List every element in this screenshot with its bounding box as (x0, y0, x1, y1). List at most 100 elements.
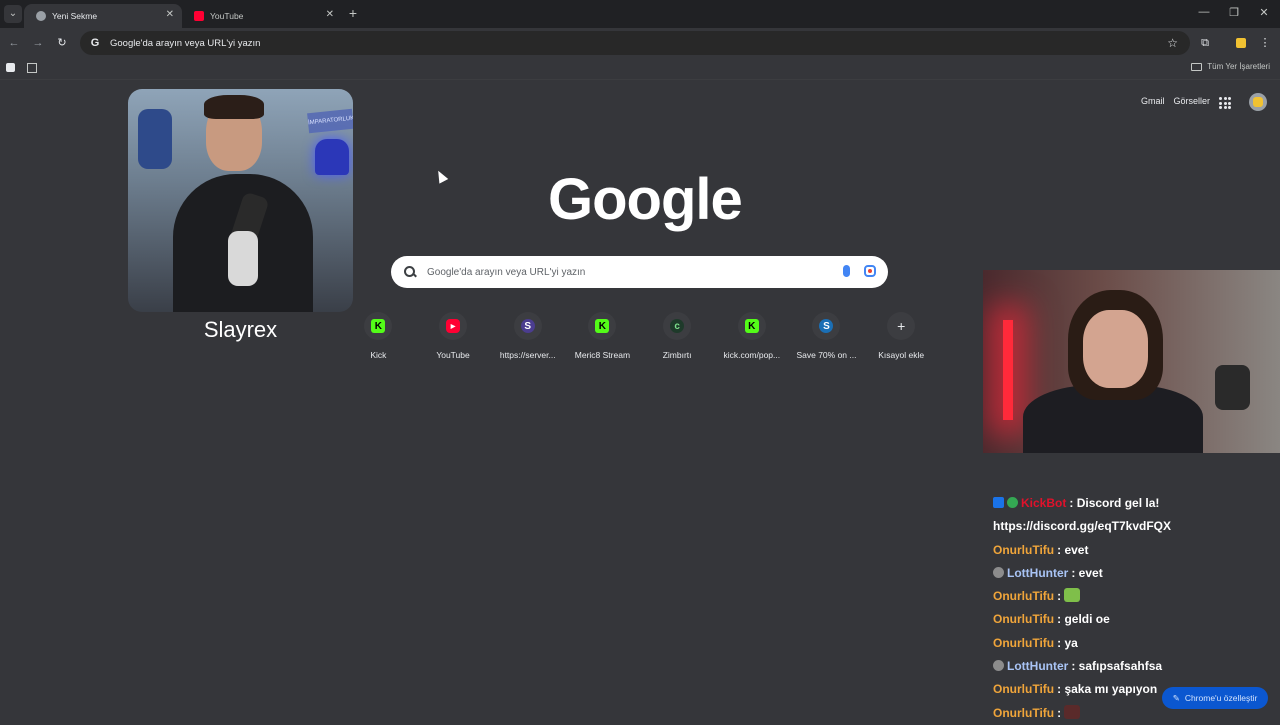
tab-title: YouTube (210, 11, 244, 21)
chat-username: LottHunter (1007, 565, 1069, 580)
tab-new-tab[interactable]: Yeni Sekme ✕ (24, 4, 182, 28)
search-box[interactable]: Google'da arayın veya URL'yi yazın (391, 256, 888, 288)
microphone-icon[interactable] (843, 265, 850, 277)
toolbar: ← → ↻ G Google'da arayın veya URL'yi yaz… (0, 28, 1280, 58)
chat-message: https://discord.gg/eqT7kvdFQX (993, 515, 1273, 538)
chevron-down-icon: ⌄ (8, 8, 18, 19)
all-bookmarks-folder[interactable]: Tüm Yer İşaretleri (1191, 62, 1270, 71)
police-siren-image (315, 139, 349, 175)
window-close-icon[interactable]: ✕ (1256, 6, 1272, 19)
chat-text: Discord gel la! (1076, 496, 1160, 510)
shortcut-meric8-stream[interactable]: K Meric8 Stream (565, 310, 640, 360)
avatar[interactable] (1249, 93, 1267, 111)
shortcut-label: Kısayol ekle (878, 350, 925, 360)
menu-kebab-icon[interactable]: ⋮ (1257, 35, 1273, 51)
kick-icon: K (364, 312, 393, 340)
close-icon[interactable]: ✕ (326, 9, 334, 20)
shortcut-zimbirti[interactable]: c Zimbırtı (640, 310, 715, 360)
tab-youtube[interactable]: YouTube ✕ (182, 4, 342, 28)
user-badge-icon (993, 566, 1004, 578)
chat-message: LottHunter: evet (993, 562, 1273, 585)
chat-username: OnurluTifu (993, 589, 1055, 604)
chat-message: KickBot: Discord gel la! (993, 492, 1273, 515)
chat-text: şaka mı yapıyon (1064, 682, 1158, 697)
shortcut-label: Meric8 Stream (574, 350, 631, 360)
streamer-name: Slayrex (203, 317, 278, 342)
new-tab-button[interactable]: + (345, 5, 361, 21)
chat-username: KickBot (1021, 496, 1067, 510)
chat-username: OnurluTifu (993, 705, 1055, 720)
restore-icon[interactable]: ❐ (1226, 6, 1242, 19)
tab-title: Yeni Sekme (52, 11, 98, 21)
microphone-image (1215, 365, 1250, 410)
customize-chrome-button[interactable]: ✎ Chrome'u özelleştir (1162, 687, 1268, 709)
kick-icon: K (737, 312, 766, 340)
chat-username: OnurluTifu (993, 612, 1055, 627)
google-apps-icon[interactable] (1219, 97, 1231, 109)
apps-icon[interactable] (27, 63, 37, 73)
chat-text: safıpsafsahfsa (1078, 659, 1163, 674)
pencil-icon: ✎ (1172, 692, 1180, 703)
shortcut-steam[interactable]: S Save 70% on ... (789, 310, 864, 360)
reading-mode-icon[interactable] (6, 63, 15, 72)
shortcut-label: Save 70% on ... (796, 350, 857, 360)
shortcuts-grid: K Kick ▶ YouTube S https://server... K M… (341, 310, 939, 360)
folder-icon (1191, 62, 1203, 71)
minimize-icon[interactable]: — (1196, 6, 1212, 18)
shortcut-label: Kick (370, 350, 387, 360)
omnibox-text: Google'da arayın veya URL'yi yazın (110, 37, 261, 49)
tab-search-button[interactable]: ⌄ (4, 5, 22, 23)
lens-icon[interactable] (864, 265, 876, 277)
omnibox[interactable]: G Google'da arayın veya URL'yi yazın ☆ (80, 31, 1190, 55)
chat-message: LottHunter: safıpsafsahfsa (993, 655, 1273, 678)
youtube-icon: ▶ (439, 312, 468, 340)
customize-label: Chrome'u özelleştir (1184, 693, 1258, 703)
reload-icon[interactable]: ↻ (54, 35, 70, 51)
kick-icon: K (588, 312, 617, 340)
character-sticker-image (228, 231, 258, 286)
neon-sign: İMPARATORLUK (307, 108, 353, 134)
forward-icon[interactable]: → (30, 35, 46, 51)
server-icon: S (513, 312, 542, 340)
guest-person (1023, 280, 1203, 453)
close-icon[interactable]: ✕ (166, 9, 174, 20)
guest-webcam (983, 270, 1280, 453)
police-sticker-image (138, 109, 172, 169)
chat-text: evet (1078, 565, 1103, 580)
emote-icon (1064, 704, 1081, 719)
chat-username: OnurluTifu (993, 635, 1055, 650)
emote-icon (1064, 588, 1081, 603)
gmail-link[interactable]: Gmail (1141, 96, 1165, 106)
chat-username: OnurluTifu (993, 542, 1055, 557)
header-links: Gmail Görseller (1141, 96, 1210, 106)
new-tab-page: Gmail Görseller Google Google'da arayın … (0, 80, 1280, 720)
user-badge-icon (993, 660, 1004, 672)
shortcut-youtube[interactable]: ▶ YouTube (416, 310, 491, 360)
chat-username: LottHunter (1007, 659, 1069, 674)
google-logo: Google (548, 167, 743, 232)
shortcut-add[interactable]: + Kısayol ekle (864, 310, 939, 360)
chrome-icon (36, 11, 46, 21)
shortcut-kick-pop[interactable]: K kick.com/pop... (714, 310, 789, 360)
search-placeholder: Google'da arayın veya URL'yi yazın (427, 266, 586, 278)
tab-strip: ⌄ Yeni Sekme ✕ YouTube ✕ + — ❐ ✕ (0, 0, 1280, 28)
chat-message: OnurluTifu: ya (993, 635, 1078, 650)
google-g-icon: G (90, 37, 100, 49)
chat-text: evet (1064, 542, 1089, 557)
bot-badge-icon (993, 497, 1004, 508)
search-icon (403, 265, 417, 279)
chat-text: https://discord.gg/eqT7kvdFQX (993, 519, 1172, 534)
youtube-icon (194, 11, 204, 21)
shortcut-label: https://server... (499, 350, 556, 360)
all-bookmarks-label: Tüm Yer İşaretleri (1207, 62, 1270, 71)
profile-extension-icon[interactable] (1233, 35, 1249, 51)
back-icon[interactable]: ← (6, 35, 22, 51)
shortcut-label: Zimbırtı (662, 350, 692, 360)
chat-message: OnurluTifu: geldi oe (993, 612, 1110, 627)
images-link[interactable]: Görseller (1173, 96, 1210, 106)
extensions-icon[interactable]: ⧉ (1197, 35, 1213, 51)
bookmark-star-icon[interactable]: ☆ (1167, 36, 1178, 50)
red-light (1003, 320, 1013, 420)
shortcut-server[interactable]: S https://server... (490, 310, 565, 360)
shortcut-label: YouTube (436, 350, 470, 360)
